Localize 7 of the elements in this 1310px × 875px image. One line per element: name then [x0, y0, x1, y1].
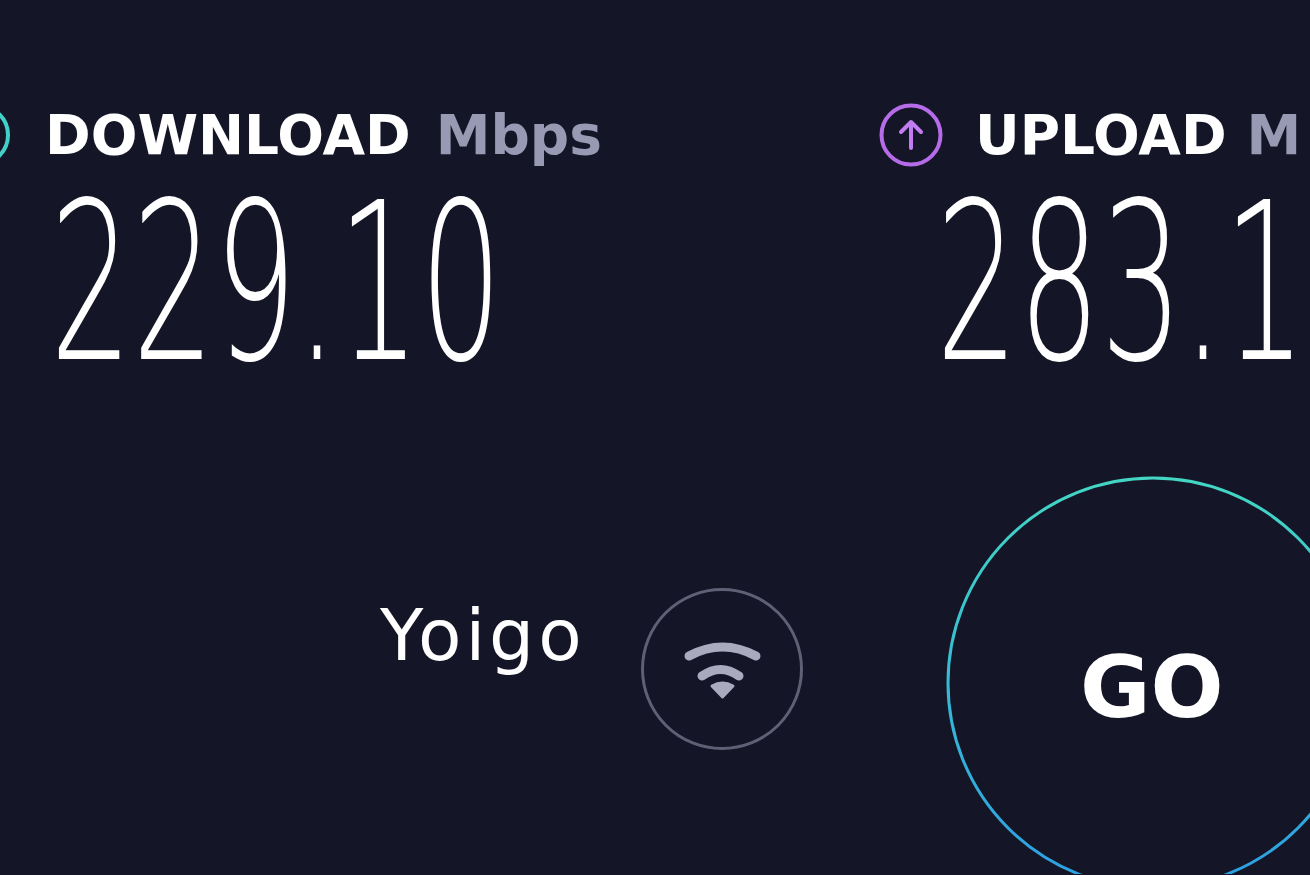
unit-label: M: [1246, 107, 1302, 163]
speed-value: 283.1: [936, 196, 1306, 372]
metric-label: DOWNLOAD: [45, 107, 411, 163]
go-button[interactable]: GO: [946, 476, 1310, 875]
wifi-icon: [641, 588, 803, 751]
metric-label: UPLOAD: [975, 107, 1227, 163]
speed-value: 229.10: [50, 196, 503, 372]
